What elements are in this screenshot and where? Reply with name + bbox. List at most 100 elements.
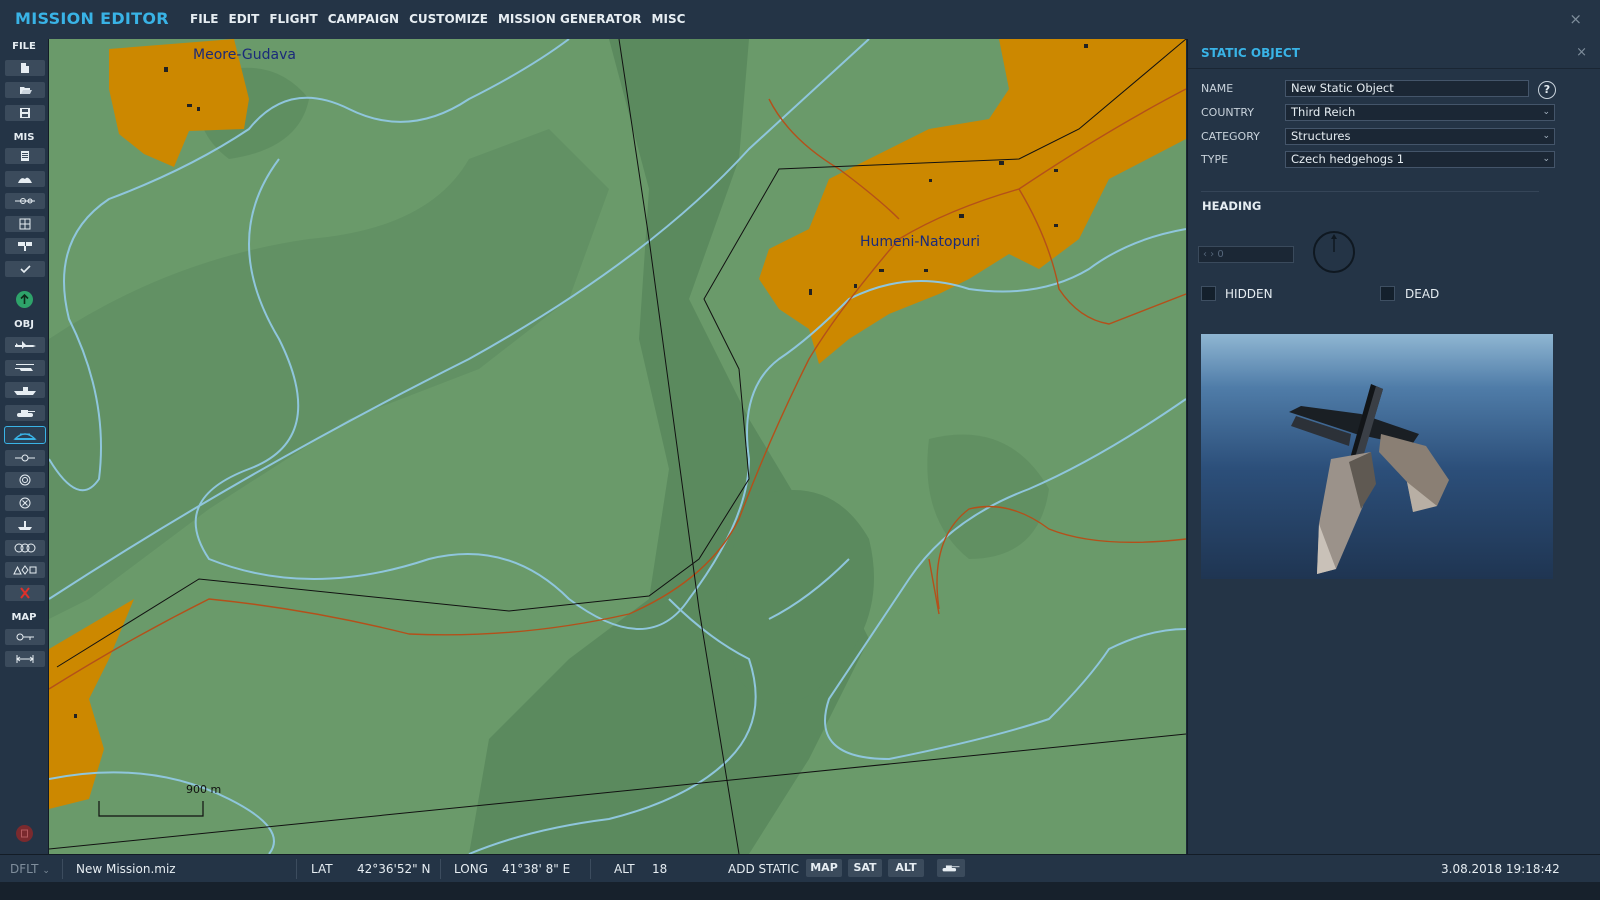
goals-button[interactable] xyxy=(5,238,45,254)
mission-map[interactable]: Meore-Gudava Humeni-Natopuri 900 m xyxy=(49,39,1186,854)
hidden-checkbox[interactable] xyxy=(1201,286,1216,301)
town-label: Humeni-Natopuri xyxy=(860,234,980,250)
add-ship-button[interactable] xyxy=(5,382,45,398)
delete-button[interactable] xyxy=(5,585,45,601)
altitude-view-button[interactable]: ALT xyxy=(888,859,924,877)
menu-customize[interactable]: CUSTOMIZE xyxy=(409,12,488,26)
dead-checkbox[interactable] xyxy=(1380,286,1395,301)
category-select[interactable]: Structures ⌄ xyxy=(1285,128,1555,145)
add-static-object-button[interactable] xyxy=(4,426,46,444)
toolbar-section-map: MAP xyxy=(11,612,37,623)
alt-value: 18 xyxy=(652,862,668,876)
country-select[interactable]: Third Reich ⌄ xyxy=(1285,104,1555,121)
town-label: Meore-Gudava xyxy=(193,47,296,63)
briefing-button[interactable] xyxy=(5,148,45,164)
status-divider xyxy=(440,859,441,879)
toolbar-section-obj: OBJ xyxy=(14,319,34,330)
vehicle-filter-button[interactable] xyxy=(937,859,965,877)
weather-button[interactable] xyxy=(5,171,45,187)
type-label: TYPE xyxy=(1201,153,1229,166)
hidden-label: HIDDEN xyxy=(1225,287,1273,301)
ship-icon xyxy=(14,387,36,395)
upload-button[interactable] xyxy=(16,291,33,308)
menu-misc[interactable]: MISC xyxy=(652,12,686,26)
heading-title: HEADING xyxy=(1202,199,1262,213)
weather-icon xyxy=(18,177,32,183)
menu-edit[interactable]: EDIT xyxy=(229,12,260,26)
panel-divider xyxy=(1188,68,1600,69)
open-file-icon xyxy=(20,87,32,94)
map-options-icon xyxy=(16,633,34,641)
new-file-button[interactable] xyxy=(5,60,45,76)
save-file-button[interactable] xyxy=(5,105,45,121)
triggers-icon xyxy=(15,198,35,204)
type-select[interactable]: Czech hedgehogs 1 ⌄ xyxy=(1285,151,1555,168)
chevron-down-icon: ⌄ xyxy=(1542,154,1550,164)
map-view-button[interactable]: MAP xyxy=(806,859,842,877)
template-button[interactable] xyxy=(5,540,45,556)
eraser-button[interactable] xyxy=(16,825,33,842)
target-button[interactable] xyxy=(5,472,45,488)
mission-file-name: New Mission.miz xyxy=(76,862,176,876)
category-value: Structures xyxy=(1291,129,1351,143)
ground-vehicle-icon xyxy=(942,865,960,872)
main-menu: FILE EDIT FLIGHT CAMPAIGN CUSTOMIZE MISS… xyxy=(190,12,685,26)
helicopter-icon xyxy=(15,364,34,371)
country-value: Third Reich xyxy=(1291,105,1356,119)
name-label: NAME xyxy=(1201,82,1234,95)
map-terrain xyxy=(49,39,1186,854)
lat-label: LAT xyxy=(311,862,333,876)
menu-flight[interactable]: FLIGHT xyxy=(269,12,317,26)
open-file-button[interactable] xyxy=(5,82,45,98)
heading-dial[interactable] xyxy=(1313,231,1355,273)
name-field[interactable]: New Static Object xyxy=(1285,80,1529,97)
toolbar-section-file: FILE xyxy=(12,41,36,52)
static-object-icon xyxy=(13,433,37,440)
remove-button[interactable] xyxy=(5,495,45,511)
shapes-icon xyxy=(13,565,37,575)
ruler-button[interactable] xyxy=(5,651,45,667)
satellite-view-button[interactable]: SAT xyxy=(848,859,882,877)
menu-campaign[interactable]: CAMPAIGN xyxy=(328,12,399,26)
window-close-icon[interactable]: × xyxy=(1569,10,1582,28)
bottom-strip xyxy=(0,882,1600,900)
triggers-button[interactable] xyxy=(5,193,45,209)
long-value: 41°38' 8" E xyxy=(502,862,571,876)
save-file-icon xyxy=(20,108,30,118)
chevron-down-icon: ⌄ xyxy=(1542,131,1550,141)
eraser-icon xyxy=(21,829,28,838)
lat-value: 42°36'52" N xyxy=(357,862,431,876)
dead-label: DEAD xyxy=(1405,287,1440,301)
remove-icon xyxy=(19,497,31,509)
heading-input[interactable]: ‹ › 0 xyxy=(1198,246,1294,263)
add-airplane-button[interactable] xyxy=(5,337,45,353)
template-icon xyxy=(14,543,36,553)
menu-mission-generator[interactable]: MISSION GENERATOR xyxy=(498,12,642,26)
panel-close-icon[interactable]: × xyxy=(1576,45,1587,60)
waypoint-icon xyxy=(15,454,35,462)
add-vehicle-button[interactable] xyxy=(5,405,45,421)
date-time: 3.08.2018 19:18:42 xyxy=(1441,862,1560,876)
heading-value: 0 xyxy=(1217,249,1224,260)
map-options-button[interactable] xyxy=(5,629,45,645)
chevron-down-icon: ⌄ xyxy=(1542,107,1550,117)
status-bar: DFLT ⌄ New Mission.miz LAT 42°36'52" N L… xyxy=(0,854,1600,883)
scale-label: 900 m xyxy=(186,783,222,796)
check-mission-button[interactable] xyxy=(5,261,45,277)
trigger-zone-button[interactable] xyxy=(5,216,45,232)
add-helicopter-button[interactable] xyxy=(5,360,45,376)
type-value: Czech hedgehogs 1 xyxy=(1291,152,1405,166)
section-divider xyxy=(1201,191,1539,192)
app-title: MISSION EDITOR xyxy=(15,9,169,28)
nav-point-button[interactable] xyxy=(5,517,45,533)
delete-icon xyxy=(20,587,30,599)
menu-file[interactable]: FILE xyxy=(190,12,219,26)
waypoint-button[interactable] xyxy=(5,450,45,466)
check-icon xyxy=(20,265,31,274)
status-divider xyxy=(296,859,297,879)
shapes-button[interactable] xyxy=(5,562,45,578)
profile-value: DFLT xyxy=(10,862,39,876)
object-preview[interactable] xyxy=(1201,334,1553,579)
profile-select[interactable]: DFLT ⌄ xyxy=(10,862,50,876)
help-button[interactable]: ? xyxy=(1538,81,1556,99)
